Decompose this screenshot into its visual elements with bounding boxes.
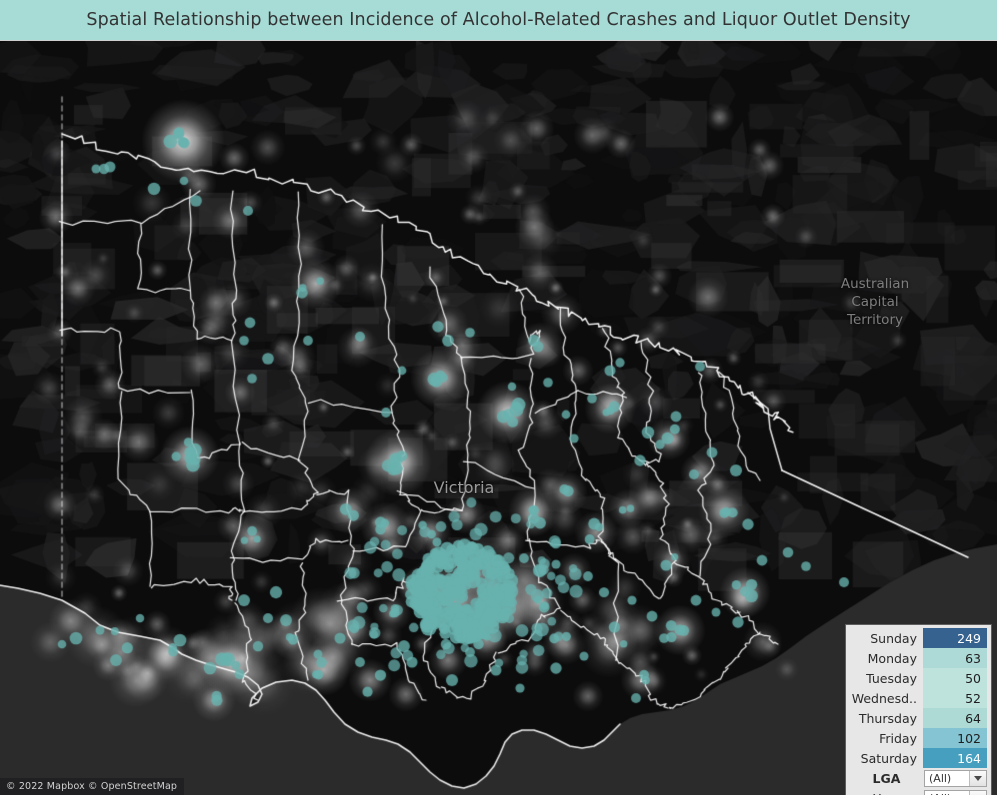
chevron-down-icon[interactable]	[969, 770, 986, 786]
dashboard-title-bar: Spatial Relationship between Incidence o…	[0, 0, 997, 40]
legend-row[interactable]: Thursday 64	[850, 708, 987, 728]
legend-day-label: Sunday	[870, 630, 917, 646]
legend-row[interactable]: Monday 63	[850, 648, 987, 668]
legend-day-value: 102	[923, 728, 987, 748]
legend-day-label: Wednesd..	[851, 690, 917, 706]
filter-row-year: Year(All)	[850, 788, 987, 795]
filter-controls: LGA(All)Year(All)	[850, 768, 987, 795]
filter-label-lga: LGA	[872, 770, 901, 786]
chevron-down-icon[interactable]	[969, 790, 986, 795]
legend-day-value: 249	[923, 628, 987, 648]
legend-day-label: Monday	[867, 650, 917, 666]
legend-row[interactable]: Friday 102	[850, 728, 987, 748]
filter-dropdown-lga[interactable]: (All)	[924, 769, 987, 787]
filter-label-year: Year	[850, 791, 923, 795]
filter-selected-value: (All)	[925, 791, 969, 795]
map-attribution: © 2022 Mapbox © OpenStreetMap	[0, 778, 185, 795]
page-title: Spatial Relationship between Incidence o…	[86, 10, 911, 30]
dashboard-viz: Spatial Relationship between Incidence o…	[0, 0, 997, 795]
filter-dropdown-year[interactable]: (All)	[924, 789, 987, 795]
legend-day-value: 63	[923, 648, 987, 668]
legend-day-label: Tuesday	[866, 670, 917, 686]
legend-day-of-week-list: Sunday 249 Monday 63 Tuesday 50 Wednesd.. 52 Thu…	[850, 628, 987, 768]
legend-day-value: 52	[923, 688, 987, 708]
legend-day-label: Saturday	[860, 750, 917, 766]
filter-row-lga: LGA (All)	[850, 768, 987, 788]
legend-day-label: Friday	[879, 730, 917, 746]
legend-filter-panel: Sunday 249 Monday 63 Tuesday 50 Wednesd.. 52 Thu…	[845, 624, 992, 795]
legend-day-value: 164	[923, 748, 987, 768]
map-container[interactable]: Victoria Australian Capital Territory © 20…	[0, 40, 997, 795]
legend-row[interactable]: Saturday 164	[850, 748, 987, 768]
caret-shape	[974, 775, 982, 781]
legend-row[interactable]: Sunday 249	[850, 628, 987, 648]
legend-day-value: 64	[923, 708, 987, 728]
legend-day-label: Thursday	[858, 710, 917, 726]
legend-row[interactable]: Wednesd.. 52	[850, 688, 987, 708]
filter-selected-value: (All)	[929, 771, 952, 785]
legend-day-value: 50	[923, 668, 987, 688]
legend-row[interactable]: Tuesday 50	[850, 668, 987, 688]
